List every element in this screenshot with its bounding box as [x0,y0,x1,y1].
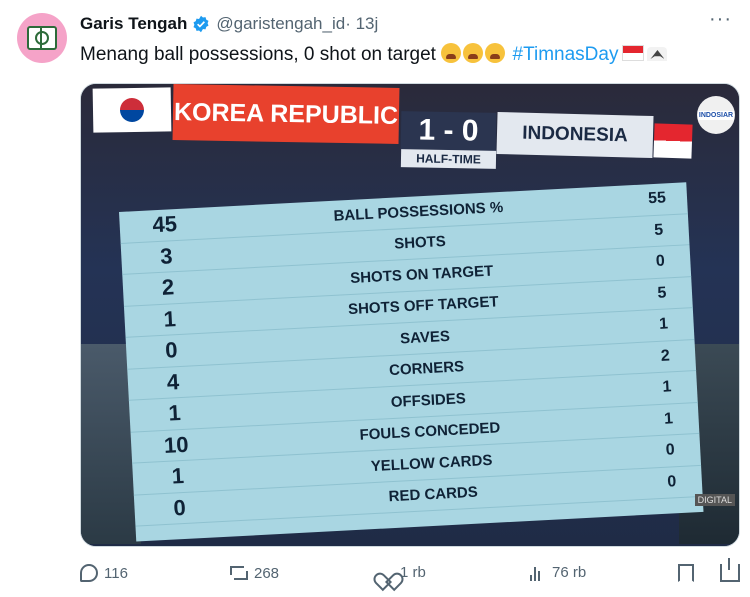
avatar-logo-icon [27,26,57,50]
stat-left: 2 [161,274,175,301]
verified-badge-icon [193,15,209,33]
away-team-name: INDONESIA [496,111,654,159]
share-button[interactable] [720,558,746,582]
stat-left: 1 [162,305,177,332]
handle[interactable]: @garistengah_id [216,14,345,34]
home-team-name: KOREA REPUBLIC [172,84,400,144]
stat-right: 0 [665,441,676,459]
stat-right: 55 [647,189,667,208]
stat-left: 1 [167,400,182,426]
indonesia-flag-icon [622,45,645,61]
stat-left: 45 [151,211,178,238]
match-score: 1 - 0 [400,111,497,151]
tweet-photo[interactable]: KOREA REPUBLIC 1 - 0 HALF-TIME INDONESIA… [80,83,740,547]
display-name[interactable]: Garis Tengah [80,14,187,34]
stat-right: 1 [663,410,674,428]
tweet-header: Garis Tengah @garistengah_id · 13j [80,14,378,34]
reply-icon [80,564,98,582]
stats-table: 45 BALL POSSESSIONS % 55 3 SHOTS 5 2 SHOTS ON T… [119,182,704,542]
action-bar: 116 268 1 rb 76 rb [80,558,740,588]
views-icon [530,565,546,581]
more-options-icon[interactable]: ··· [709,8,732,31]
stat-left: 0 [164,337,179,364]
share-icon [720,558,740,582]
broadcaster-name: INDOSIAR [697,110,735,120]
like-button[interactable]: 1 rb [378,564,426,581]
crying-face-icon [463,43,484,63]
reply-button[interactable]: 116 [80,564,128,582]
crying-face-icon [485,43,506,63]
views-count: 76 rb [552,564,587,581]
eagle-icon [647,47,668,61]
bookmark-button[interactable] [678,564,700,582]
stat-right: 1 [662,378,672,397]
stat-left: 1 [171,463,185,489]
hashtag-link[interactable]: #TimnasDay [513,44,619,65]
korea-flag-icon [92,87,172,133]
indonesia-flag-icon [653,123,693,159]
stat-left: 4 [166,368,180,395]
stat-right: 1 [658,315,669,334]
avatar[interactable] [17,13,67,63]
stat-right: 2 [660,347,671,365]
views-button[interactable]: 76 rb [530,564,586,581]
crying-face-icon [441,43,462,63]
stat-left: 10 [163,431,190,458]
bookmark-icon [678,564,694,582]
repost-button[interactable]: 268 [230,564,279,582]
broadcaster-logo-icon: INDOSIAR [697,96,735,134]
stat-left: 0 [172,494,187,521]
match-status: HALF-TIME [400,149,497,169]
stat-right: 5 [657,284,667,302]
repost-count: 268 [254,564,280,582]
heart-icon [378,565,394,580]
stat-left: 3 [159,243,174,269]
stat-right: 0 [666,472,677,491]
timestamp[interactable]: · 13j [345,14,378,34]
stat-right: 5 [653,221,664,239]
stat-right: 0 [655,252,666,271]
tweet-body: Menang ball possessions, 0 shot on targe… [80,44,442,65]
reply-count: 116 [104,564,128,582]
watermark: DIGITAL [694,494,735,506]
tweet-text: Menang ball possessions, 0 shot on targe… [80,43,668,66]
repost-icon [230,564,248,582]
